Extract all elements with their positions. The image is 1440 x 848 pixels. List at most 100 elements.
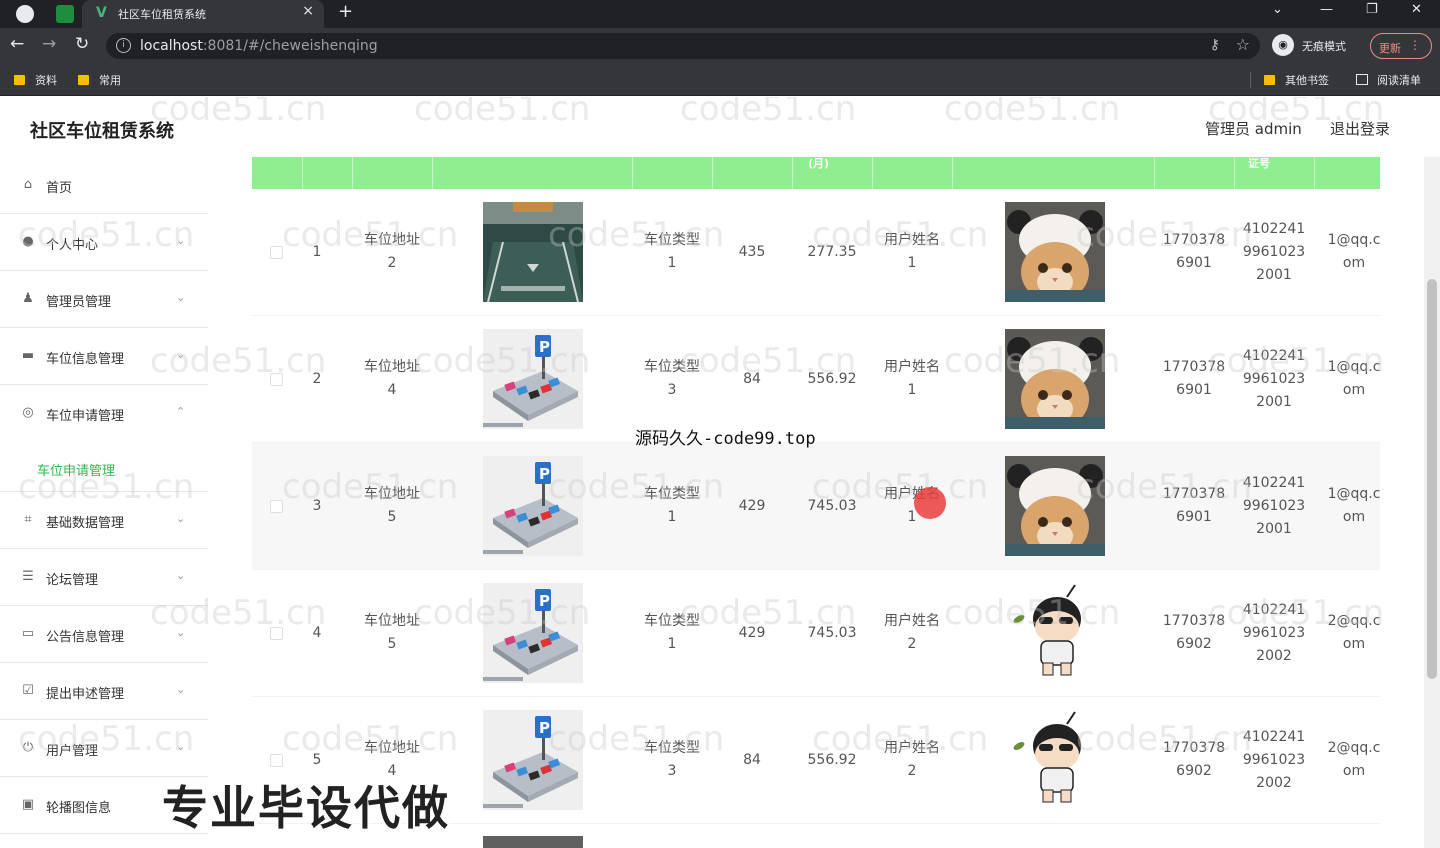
user-email: 1@qq.c om <box>1327 232 1380 271</box>
logout-link[interactable]: 退出登录 <box>1330 118 1390 139</box>
sidebar-item-parking-info[interactable]: ▬ 车位信息管理 ⌄ <box>0 328 208 385</box>
new-tab-icon[interactable]: + <box>338 1 353 22</box>
browser-menu-icon[interactable] <box>16 5 34 23</box>
sidebar-item-base-data[interactable]: ⌗ 基础数据管理 ⌄ <box>0 492 208 549</box>
chevron-down-icon: ⌄ <box>176 569 186 582</box>
sidebar-item-label: 轮播图信息 <box>46 801 112 816</box>
row-checkbox[interactable] <box>270 500 283 513</box>
parking-address: 车位地址 2 <box>364 232 420 271</box>
sidebar-item-forum[interactable]: ☰ 论坛管理 ⌄ <box>0 549 208 606</box>
user-name: 用户姓名 2 <box>884 613 940 652</box>
row-checkbox[interactable] <box>270 246 283 259</box>
bookmark-folder[interactable]: 资料 <box>14 72 57 88</box>
promo-bottom-text: 专业毕设代做 <box>162 781 450 835</box>
reload-icon[interactable]: ↻ <box>75 34 89 54</box>
url-text: localhost:8081/#/cheweishenqing <box>140 38 378 54</box>
pinned-tab-icon[interactable] <box>56 5 74 23</box>
browser-tab[interactable]: V 社区车位租赁系统 × <box>82 0 324 28</box>
parking-type: 车位类型 1 <box>644 232 700 271</box>
sidebar-item-notice[interactable]: ▭ 公告信息管理 ⌄ <box>0 606 208 663</box>
rent-amount: 429 <box>738 497 766 514</box>
column-header-fragment: (月) <box>808 157 830 170</box>
parking-info-icon: ▬ <box>21 348 35 363</box>
close-window-icon[interactable]: ✕ <box>1411 2 1422 17</box>
sidebar-item-label: 首页 <box>46 181 73 196</box>
row-checkbox[interactable] <box>270 373 283 386</box>
table-row[interactable]: 4 车位地址 5 P 车位类型 1 429 745.03 用户姓名 2 1770378 6902 410… <box>252 570 1380 697</box>
sidebar-item-label: 提出申述管理 <box>46 687 125 702</box>
folder-icon <box>1264 75 1275 85</box>
rent-amount: 429 <box>738 624 766 641</box>
sidebar-item-parking-application[interactable]: ◎ 车位申请管理 ⌃ <box>0 385 208 442</box>
svg-text:P: P <box>539 465 550 483</box>
rent-price: 745.03 <box>807 497 857 514</box>
sidebar-item-users[interactable]: ⏻ 用户管理 ⌄ <box>0 720 208 777</box>
row-checkbox[interactable] <box>270 627 283 640</box>
row-index: 1 <box>312 243 322 260</box>
click-indicator <box>914 487 946 519</box>
bookmark-star-icon[interactable]: ☆ <box>1236 35 1250 54</box>
table-row[interactable]: 2 车位地址 4 P 车位类型 3 84 556.92 用户姓名 1 1770378 6901 4102… <box>252 316 1380 443</box>
cartoon-avatar-image <box>1005 710 1105 810</box>
bookmark-folder[interactable]: 其他书签 <box>1264 72 1329 88</box>
user-phone: 1770378 6902 <box>1162 740 1226 779</box>
power-icon: ⏻ <box>22 740 34 755</box>
user-name: 用户姓名 1 <box>884 232 940 271</box>
user-id-number: 4102241 9961023 2002 <box>1242 728 1306 791</box>
sidebar-item-label: 论坛管理 <box>46 573 99 588</box>
sidebar-item-home[interactable]: ⌂ 首页 <box>0 157 208 214</box>
column-divider <box>712 157 713 189</box>
update-button[interactable]: 更新 ⋮ <box>1370 33 1432 59</box>
row-checkbox[interactable] <box>270 754 283 767</box>
crop-icon: ⌗ <box>24 512 32 527</box>
tab-close-icon[interactable]: × <box>302 3 314 19</box>
message-icon: ▭ <box>21 626 35 641</box>
more-menu-icon[interactable]: ⋮ <box>1409 38 1421 52</box>
cartoon-avatar-image <box>1005 583 1105 683</box>
password-key-icon[interactable]: ⚷ <box>1210 37 1220 53</box>
checklist-icon: ☑ <box>22 683 34 698</box>
user-email: 2@qq.c om <box>1327 613 1380 652</box>
incognito-label: 无痕模式 <box>1302 40 1346 53</box>
bookmark-folder[interactable]: 常用 <box>78 72 121 88</box>
chevron-down-icon: ⌄ <box>176 234 186 247</box>
scrollbar-thumb[interactable] <box>1427 279 1437 679</box>
svg-text:P: P <box>539 592 550 610</box>
back-icon[interactable]: ← <box>10 34 24 54</box>
rent-price: 745.03 <box>807 624 857 641</box>
user-id-number: 4102241 9961023 2001 <box>1242 220 1306 283</box>
forward-icon[interactable]: → <box>42 34 56 54</box>
user-id-number: 4102241 9961023 2001 <box>1242 347 1306 410</box>
site-info-icon[interactable]: i <box>116 38 131 53</box>
chevron-down-icon: ⌄ <box>176 348 186 361</box>
column-divider <box>1314 157 1315 189</box>
sidebar-item-admin[interactable]: ♟ 管理员管理 ⌄ <box>0 271 208 328</box>
reading-list[interactable]: 阅读清单 <box>1356 72 1421 88</box>
app-title: 社区车位租赁系统 <box>30 121 174 142</box>
restore-icon[interactable]: ❐ <box>1366 2 1378 17</box>
column-divider <box>1234 157 1235 189</box>
parking-address: 车位地址 5 <box>364 613 420 652</box>
sidebar-item-complaint[interactable]: ☑ 提出申述管理 ⌄ <box>0 663 208 720</box>
user-icon: ● <box>22 234 34 249</box>
column-divider <box>632 157 633 189</box>
table-row[interactable]: 3 车位地址 5 P 车位类型 1 429 745.03 用户姓名 1 1770378 6901 410… <box>252 443 1380 570</box>
parking-type: 车位类型 3 <box>644 740 700 779</box>
rent-price: 556.92 <box>807 751 857 768</box>
tab-title: 社区车位租赁系统 <box>118 8 206 21</box>
minimize-icon[interactable]: — <box>1320 2 1333 17</box>
vue-logo-icon: V <box>96 5 107 21</box>
tab-search-icon[interactable]: ⌄ <box>1272 2 1283 17</box>
browser-tab-bar: V 社区车位租赁系统 × + ⌄ — ❐ ✕ <box>0 0 1440 28</box>
sidebar-item-profile[interactable]: ● 个人中心 ⌄ <box>0 214 208 271</box>
user-name: 用户姓名 2 <box>884 740 940 779</box>
chevron-down-icon: ⌄ <box>176 740 186 753</box>
sidebar-item-label: 用户管理 <box>46 744 99 759</box>
table-row[interactable]: 1 车位地址 2 车位类型 1 435 277.35 用户姓名 1 1770378 6901 4102… <box>252 189 1380 316</box>
parking-type: 车位类型 3 <box>644 359 700 398</box>
reading-list-icon <box>1356 74 1368 85</box>
chevron-down-icon: ⌄ <box>176 512 186 525</box>
address-bar[interactable]: i localhost:8081/#/cheweishenqing ⚷ ☆ <box>106 33 1260 59</box>
submenu-item-parking-application[interactable]: 车位申请管理 <box>0 442 208 492</box>
sidebar-item-label: 个人中心 <box>46 238 99 253</box>
